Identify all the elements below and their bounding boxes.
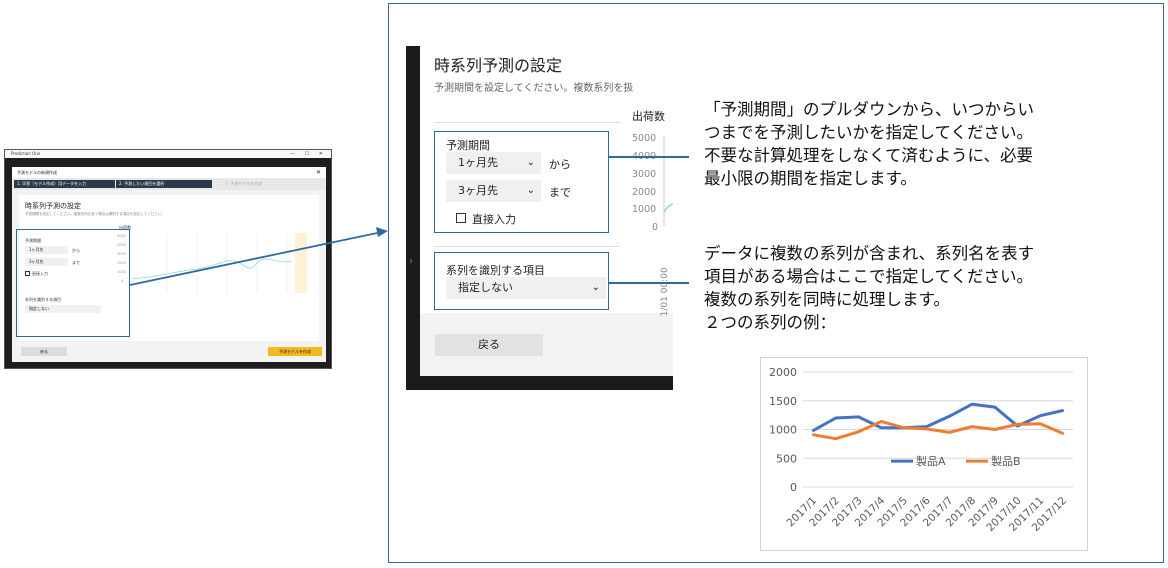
series-line [812, 402, 1064, 432]
period-connector [609, 156, 689, 158]
data-point [1061, 432, 1065, 435]
annotation-line: 最小限の期間を指定します。 [704, 169, 917, 188]
data-point [879, 420, 883, 423]
ytick: 3000 [632, 169, 656, 180]
left-edge: › [406, 46, 420, 390]
divider [434, 246, 620, 247]
annotation-line: 「予測期間」のプルダウンから、いつからい [704, 100, 1034, 119]
data-point [811, 433, 815, 436]
data-point [879, 426, 883, 429]
data-point [993, 405, 997, 409]
data-point [857, 415, 860, 419]
annotation-line: ２つの系列の例： [704, 313, 836, 332]
legend-label: 製品B [991, 454, 1021, 468]
series-annotation: データに複数の系列が含まれ、系列名を表す 項目がある場合はここで指定してください… [704, 242, 1034, 334]
data-point [948, 415, 951, 418]
data-point [948, 431, 951, 434]
annotation-line: 項目がある場合はここで指定してください。 [704, 267, 1034, 286]
ytick: 1000 [632, 204, 656, 215]
data-point [970, 425, 974, 428]
ytick: 2000 [632, 187, 656, 198]
period-highlight [434, 131, 609, 233]
xtick: 2017/01/01 00:00 [660, 267, 670, 316]
y-tick-label: 2000 [769, 366, 797, 379]
annotation-line: 不要な計算処理をしなくて済むように、必要 [704, 146, 1034, 165]
zoom-chart: 5000 4000 3000 2000 1000 0 2017/01/01 00… [632, 133, 673, 316]
back-button[interactable]: 戻る [435, 334, 543, 356]
y-tick-label: 1000 [769, 424, 797, 437]
data-point [857, 430, 860, 433]
ytick: 0 [652, 222, 658, 233]
data-point [834, 416, 837, 420]
legend-label: 製品A [916, 454, 946, 468]
data-point [1039, 422, 1042, 425]
y-tick-label: 1500 [769, 395, 797, 408]
page-subtitle: 予測期間を設定してください。複数系列を扱 [434, 83, 634, 94]
data-point [902, 426, 906, 429]
page-title: 時系列予測の設定 [434, 56, 563, 75]
data-point [1061, 409, 1065, 412]
annotation-line: つまでを予測したいかを指定してください。 [704, 123, 1034, 142]
data-point [1016, 423, 1019, 426]
divider [434, 122, 620, 123]
data-point [1039, 414, 1042, 417]
annotation-line: 複数の系列を同時に処理します。 [704, 290, 950, 309]
data-point [970, 403, 974, 406]
series-connector [609, 282, 689, 284]
y-tick-label: 0 [790, 481, 797, 494]
period-annotation: 「予測期間」のプルダウンから、いつからい つまでを予測したいかを指定してください… [704, 98, 1034, 190]
data-point [925, 427, 928, 431]
example-chart-svg: 20001500100050002017/12017/22017/32017/4… [769, 366, 1073, 534]
series-line [812, 419, 1064, 441]
ytick: 5000 [632, 133, 656, 144]
chevron-right-icon[interactable]: › [409, 256, 413, 267]
example-chart: 2000 1500 1000 500 0 2017/1 2017/2 2017/3 2017/4… [760, 357, 1088, 551]
data-point [811, 429, 815, 432]
chart-label: 出荷数 [632, 110, 665, 123]
data-point [834, 437, 837, 440]
series-highlight [434, 252, 609, 310]
y-tick-label: 500 [776, 452, 797, 465]
annotation-line: データに複数の系列が含まれ、系列名を表す [704, 244, 1035, 263]
data-point [993, 428, 997, 431]
